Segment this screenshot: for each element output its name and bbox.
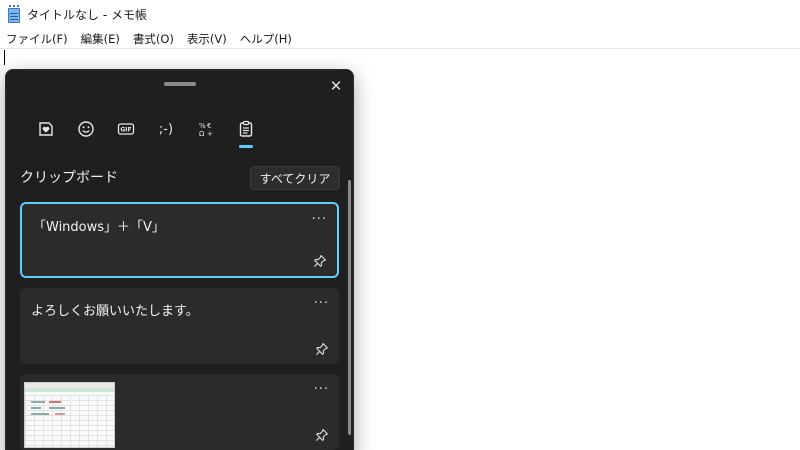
- clipboard-item[interactable]: ···: [20, 374, 339, 450]
- clear-all-button[interactable]: すべてクリア: [250, 166, 340, 190]
- menu-file[interactable]: ファイル(F): [6, 31, 68, 47]
- drag-handle[interactable]: [164, 82, 196, 86]
- notepad-icon: [7, 5, 21, 23]
- clipboard-item-text: よろしくお願いいたします。: [31, 304, 199, 319]
- sticker-tab[interactable]: [26, 114, 66, 144]
- kaomoji-label: ;-): [158, 121, 174, 137]
- symbols-tab[interactable]: % € Ω +: [186, 114, 226, 144]
- clipboard-section-title: クリップボード: [20, 170, 118, 186]
- smiley-icon: [78, 121, 94, 137]
- clipboard-flyout: ✕ GIF ;-) % € Ω + クリップボード すべてクリア 「Window…: [5, 69, 354, 450]
- svg-text:€: €: [207, 122, 211, 130]
- clipboard-item-text: 「Windows」＋「V」: [33, 220, 165, 235]
- menu-help[interactable]: ヘルプ(H): [240, 31, 292, 47]
- clipboard-item[interactable]: 「Windows」＋「V」 ···: [20, 202, 339, 278]
- pin-icon[interactable]: [315, 341, 329, 355]
- pin-icon[interactable]: [313, 253, 327, 267]
- close-icon[interactable]: ✕: [326, 76, 346, 96]
- kaomoji-tab[interactable]: ;-): [146, 114, 186, 144]
- flyout-tabs: GIF ;-) % € Ω +: [26, 114, 266, 148]
- clipboard-icon: [239, 120, 253, 137]
- window-title: タイトルなし - メモ帳: [27, 7, 147, 22]
- heart-sticker-icon: [39, 122, 53, 136]
- gif-icon: GIF: [117, 123, 135, 135]
- menu-view[interactable]: 表示(V): [187, 31, 227, 47]
- title-bar: タイトルなし - メモ帳: [0, 0, 800, 28]
- clipboard-item[interactable]: よろしくお願いいたします。 ···: [20, 288, 339, 364]
- svg-text:Ω: Ω: [199, 130, 205, 138]
- more-options-button[interactable]: ···: [314, 382, 329, 397]
- menu-edit[interactable]: 編集(E): [81, 31, 120, 47]
- scrollbar[interactable]: [348, 180, 351, 435]
- spreadsheet-thumbnail: [24, 382, 115, 448]
- symbols-icon: % € Ω +: [199, 122, 213, 138]
- svg-text:+: +: [207, 130, 213, 138]
- more-options-button[interactable]: ···: [312, 212, 327, 227]
- menu-bar: ファイル(F) 編集(E) 書式(O) 表示(V) ヘルプ(H): [0, 29, 800, 49]
- gif-tab[interactable]: GIF: [106, 114, 146, 144]
- emoji-tab[interactable]: [66, 114, 106, 144]
- pin-icon[interactable]: [315, 427, 329, 441]
- clipboard-tab[interactable]: [226, 114, 266, 148]
- svg-text:GIF: GIF: [120, 127, 131, 134]
- svg-text:%: %: [199, 122, 206, 130]
- text-caret: [4, 50, 5, 65]
- more-options-button[interactable]: ···: [314, 296, 329, 311]
- menu-format[interactable]: 書式(O): [133, 31, 174, 47]
